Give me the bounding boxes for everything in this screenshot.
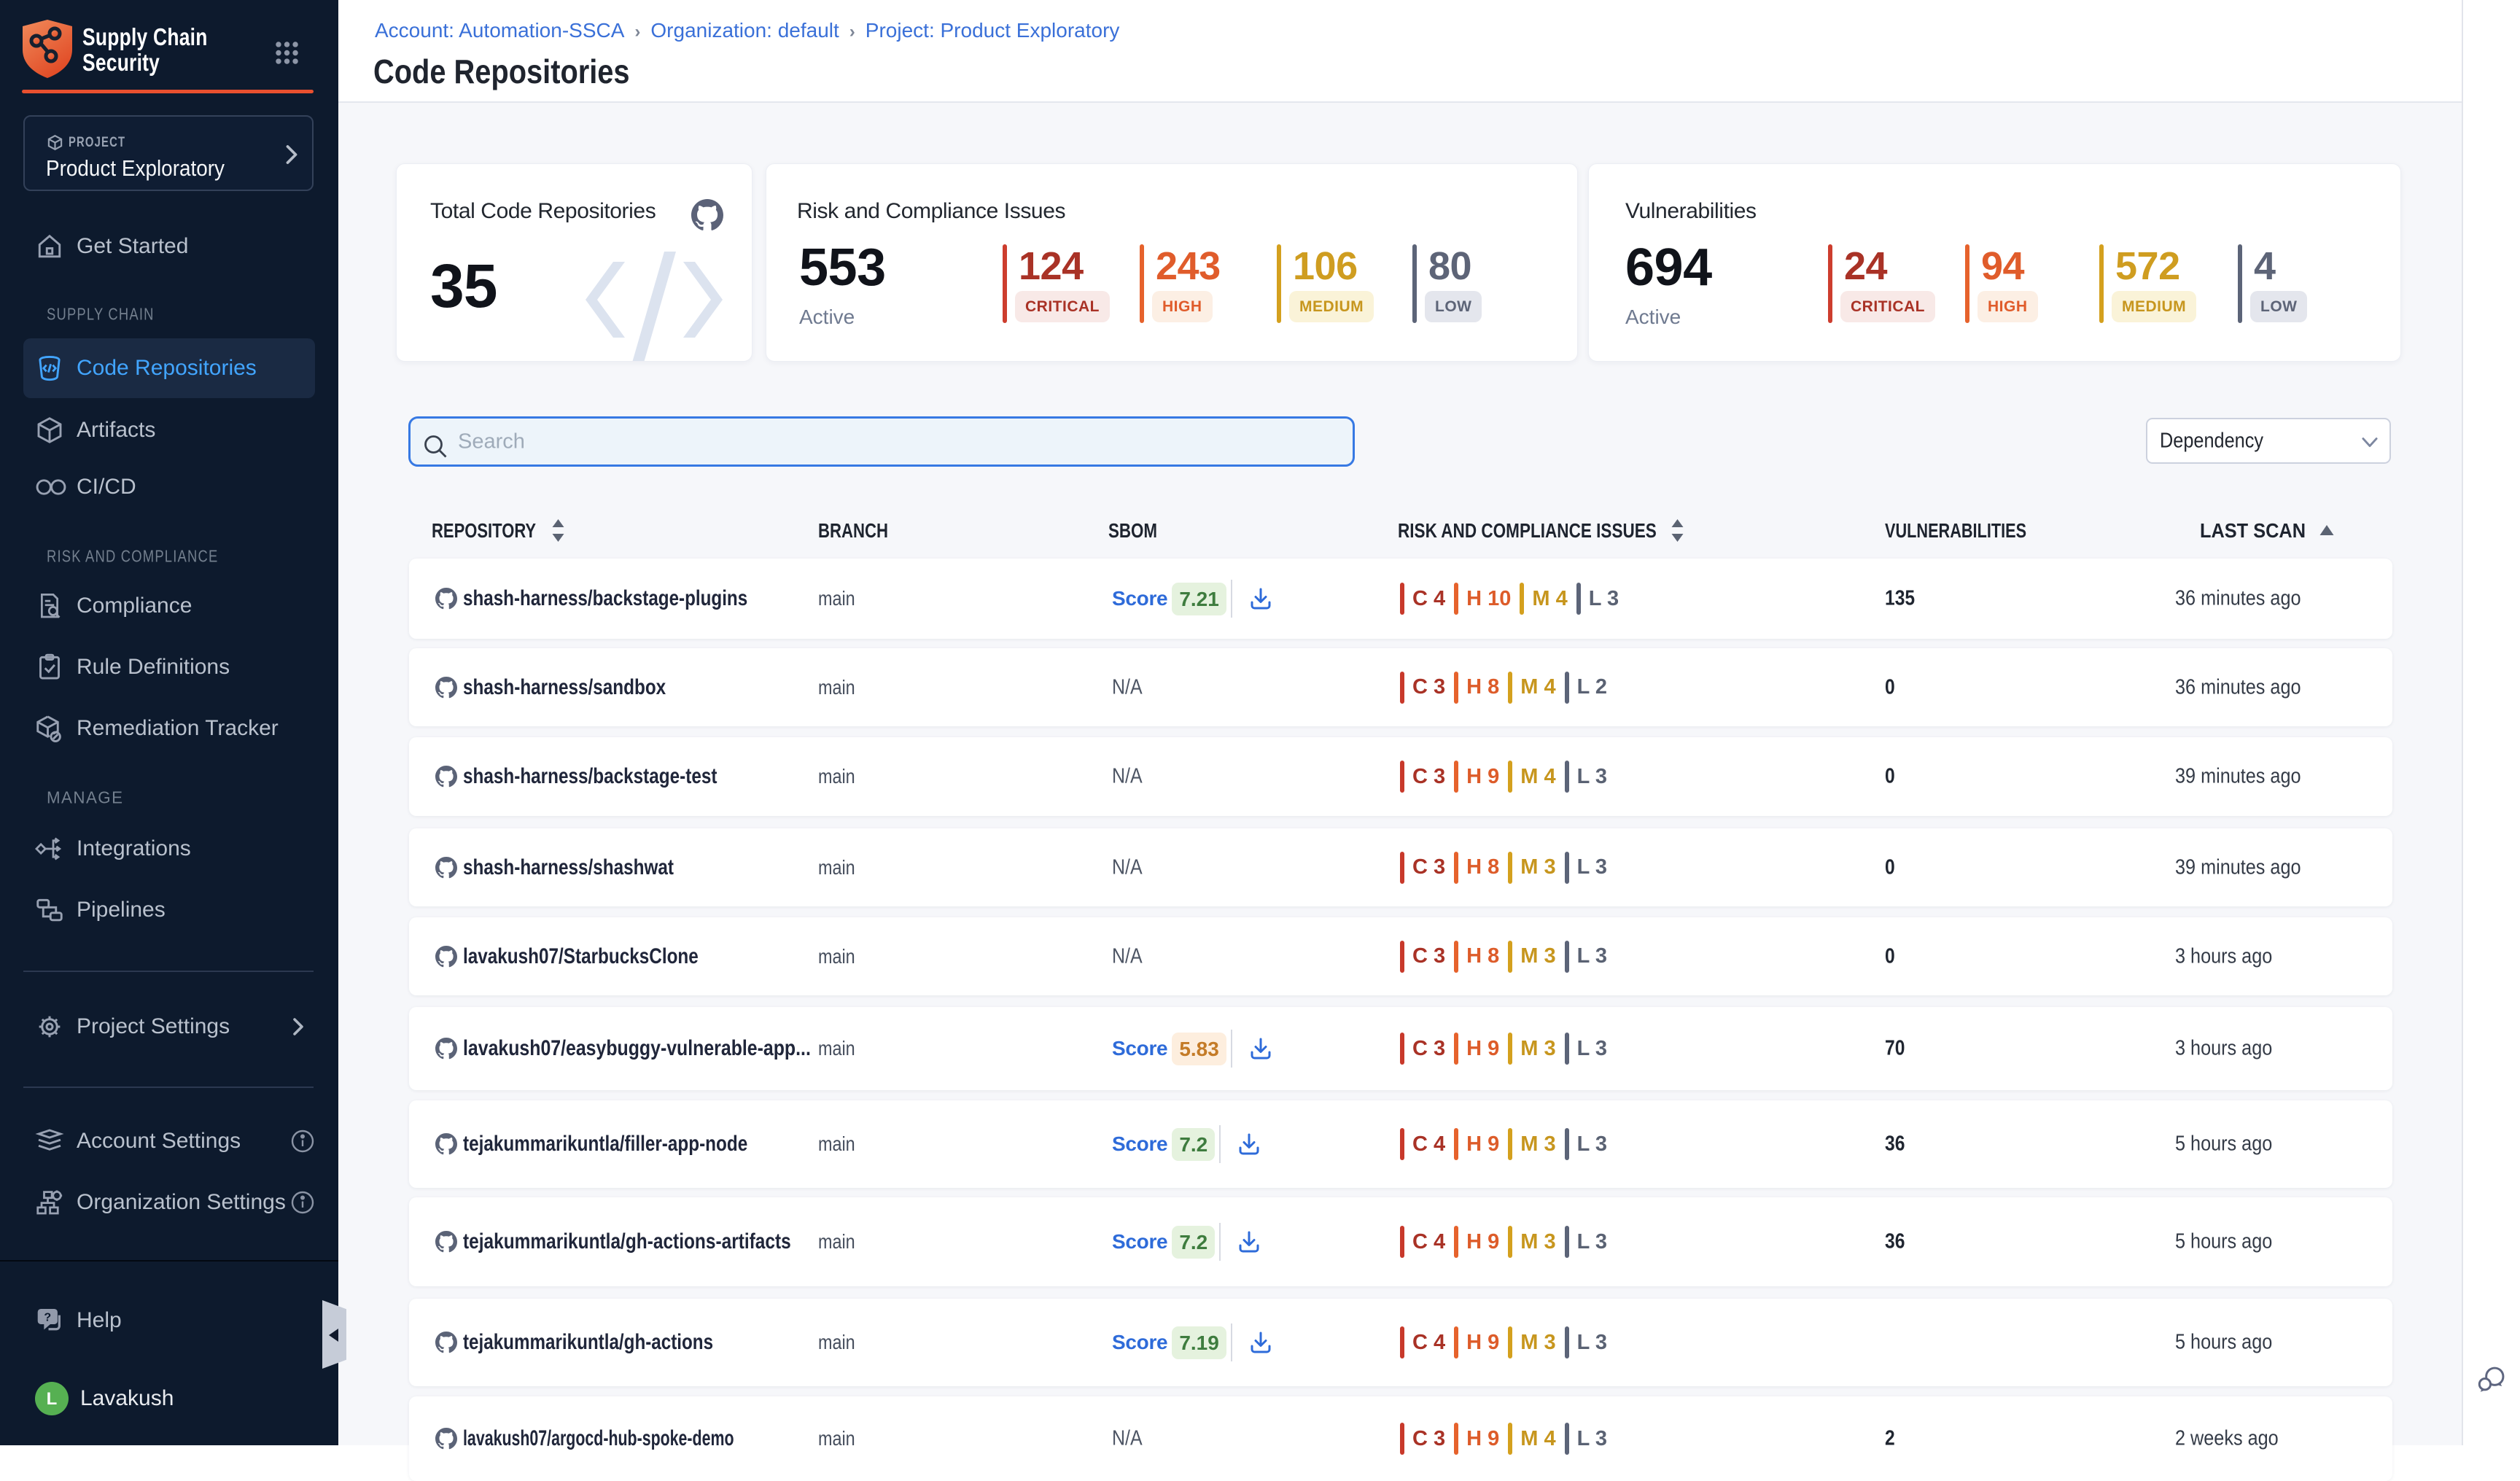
svg-text:L: L — [47, 1389, 58, 1409]
svg-text:?: ? — [44, 1311, 51, 1324]
